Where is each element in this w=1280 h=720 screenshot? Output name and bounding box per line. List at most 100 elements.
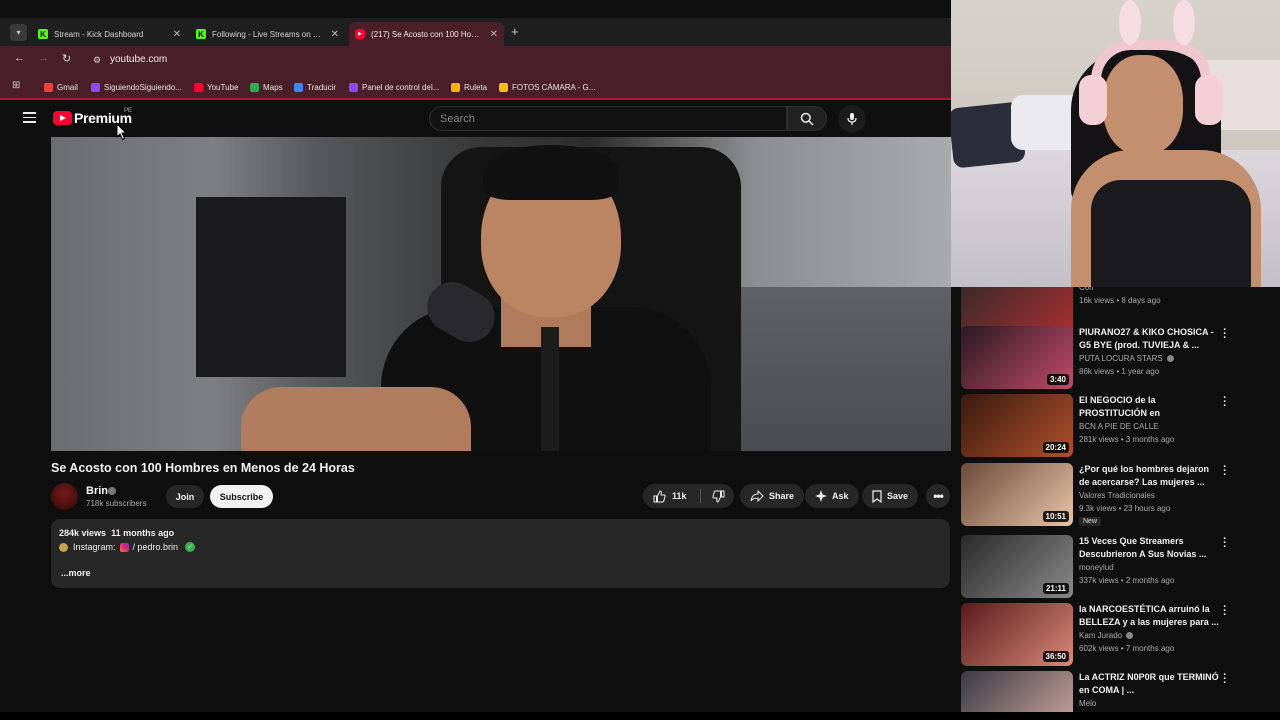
- related-video-meta: 86k views • 1 year ago: [1079, 367, 1160, 376]
- video-thumbnail[interactable]: 21:11: [961, 535, 1073, 598]
- save-button[interactable]: Save: [862, 484, 919, 508]
- tab-title: Following - Live Streams on Kick: [212, 29, 325, 39]
- new-badge: New: [1079, 517, 1102, 526]
- bookmark-item[interactable]: Ruleta: [451, 80, 487, 94]
- voice-search-button[interactable]: [838, 105, 866, 133]
- related-video-meta: 281k views • 3 months ago: [1079, 435, 1175, 444]
- share-button[interactable]: Share: [740, 484, 805, 508]
- address-bar[interactable]: youtube.com: [110, 54, 167, 65]
- apps-grid-icon[interactable]: ⊞: [12, 80, 24, 92]
- kebab-menu-icon[interactable]: · · ·: [1221, 462, 1229, 481]
- kebab-menu-icon[interactable]: · · ·: [1221, 602, 1229, 621]
- upload-age: 11 months ago: [111, 528, 175, 538]
- search-box[interactable]: [429, 106, 787, 131]
- video-thumbnail[interactable]: 3:40: [961, 326, 1073, 389]
- channel-name[interactable]: Brin: [86, 485, 108, 497]
- close-icon[interactable]: ✕: [173, 29, 181, 40]
- share-icon: [750, 490, 764, 502]
- youtube-header: Premium PE: [0, 101, 951, 136]
- video-thumbnail[interactable]: [961, 671, 1073, 712]
- channel-avatar[interactable]: [51, 483, 78, 510]
- related-video-item[interactable]: 3:40 PIURANO27 & KIKO CHOSICA - G5 BYE (p…: [961, 325, 1271, 390]
- verified-icon: [1126, 632, 1134, 639]
- related-video-title[interactable]: 15 Veces Que Streamers Descubrieron A Su…: [1079, 535, 1219, 561]
- bookmark-label: SiguiendoSiguiendo...: [104, 82, 182, 92]
- bookmark-icon: [872, 489, 882, 503]
- forward-icon[interactable]: →: [38, 52, 49, 64]
- video-thumbnail[interactable]: 20:24: [961, 394, 1073, 457]
- headphone-cup: [1195, 75, 1223, 125]
- related-channel[interactable]: BCN A PIE DE CALLE: [1079, 422, 1159, 431]
- related-channel-name: Kam Jurado: [1079, 631, 1123, 640]
- hamburger-menu-icon[interactable]: [23, 112, 36, 123]
- translate-icon: [294, 82, 303, 92]
- youtube-logo-icon[interactable]: [53, 111, 72, 125]
- tab-strip: ▾ K Stream - Kick Dashboard ✕ K Followin…: [0, 18, 951, 46]
- related-video-item[interactable]: La ACTRIZ N0P0R que TERMINÓ en COMA | ..…: [961, 670, 1271, 712]
- bookmark-label: Gmail: [57, 82, 78, 92]
- tab-youtube-video[interactable]: ▶ (217) Se Acosto con 100 Hombres ✕: [349, 22, 504, 46]
- site-info-icon[interactable]: ⚙: [91, 54, 103, 66]
- related-video-title[interactable]: la NARCOESTÉTICA arruinó la BELLEZA y a …: [1079, 603, 1219, 629]
- related-video-title[interactable]: PIURANO27 & KIKO CHOSICA - G5 BYE (prod.…: [1079, 326, 1219, 352]
- related-channel[interactable]: moneylud: [1079, 563, 1114, 572]
- bunny-ear: [1173, 0, 1195, 45]
- kebab-menu-icon[interactable]: · · ·: [1221, 325, 1229, 344]
- kebab-menu-icon[interactable]: · · ·: [1221, 670, 1229, 689]
- microphone-icon: [847, 113, 857, 125]
- ask-button[interactable]: Ask: [805, 484, 859, 508]
- bookmark-item[interactable]: Gmail: [44, 80, 78, 94]
- related-channel[interactable]: Cori: [1079, 287, 1094, 292]
- close-icon[interactable]: ✕: [490, 29, 498, 40]
- back-icon[interactable]: ←: [14, 52, 25, 64]
- verified-icon: [1166, 355, 1174, 362]
- kebab-menu-icon[interactable]: · · ·: [1221, 393, 1229, 412]
- close-icon[interactable]: ✕: [331, 29, 339, 40]
- kebab-menu-icon[interactable]: · · ·: [1221, 534, 1229, 553]
- new-tab-icon[interactable]: +: [511, 24, 519, 39]
- tab-kick-following[interactable]: K Following - Live Streams on Kick ✕: [190, 22, 345, 46]
- youtube-icon: [194, 82, 203, 92]
- bookmark-item[interactable]: YouTube: [194, 80, 238, 94]
- subscribe-button[interactable]: Subscribe: [210, 485, 273, 508]
- headphones-icon: [1091, 40, 1211, 80]
- related-video-item[interactable]: 10:51 ¿Por qué los hombres dejaron de ace…: [961, 462, 1271, 527]
- search-input[interactable]: [430, 107, 786, 130]
- search-button[interactable]: [787, 106, 827, 131]
- related-channel[interactable]: Valores Tradicionales: [1079, 491, 1155, 500]
- bookmark-item[interactable]: Maps: [250, 80, 283, 94]
- bookmark-item[interactable]: Panel de control del...: [349, 80, 439, 94]
- related-video-item[interactable]: 20:24 El NEGOCIO de la PROSTITUCIÓN en BA…: [961, 393, 1271, 458]
- bookmark-item[interactable]: Traducir: [294, 80, 336, 94]
- video-player[interactable]: [51, 137, 951, 451]
- tab-kick-dashboard[interactable]: K Stream - Kick Dashboard ✕: [32, 22, 187, 46]
- bookmark-item[interactable]: FOTOS CÁMARA - G...: [499, 80, 595, 94]
- show-more-link[interactable]: ...more: [61, 568, 91, 578]
- bookmark-label: FOTOS CÁMARA - G...: [512, 82, 596, 92]
- bookmark-label: YouTube: [207, 82, 239, 92]
- bookmark-label: Traducir: [307, 82, 337, 92]
- description-box[interactable]: 284k views 11 months ago Instagram: / pe…: [51, 519, 950, 588]
- more-actions-icon[interactable]: •••: [926, 484, 950, 508]
- instagram-link[interactable]: / pedro.brin: [133, 542, 179, 552]
- related-video-title[interactable]: El NEGOCIO de la PROSTITUCIÓN en BARCELO…: [1079, 394, 1219, 420]
- tab-search-icon[interactable]: ▾: [10, 24, 27, 41]
- related-video-title[interactable]: La ACTRIZ N0P0R que TERMINÓ en COMA | ..…: [1079, 671, 1219, 697]
- related-channel[interactable]: Melo: [1079, 699, 1096, 708]
- video-thumbnail[interactable]: 10:51: [961, 463, 1073, 526]
- region-code: PE: [124, 108, 133, 114]
- like-button[interactable]: 11k: [643, 484, 700, 508]
- bookmark-label: Ruleta: [464, 82, 488, 92]
- dislike-button[interactable]: [703, 484, 734, 508]
- related-video-title[interactable]: ¿Por qué los hombres dejaron de acercars…: [1079, 463, 1219, 489]
- duration-badge: 21:11: [1042, 583, 1069, 594]
- video-thumbnail[interactable]: 36:50: [961, 603, 1073, 666]
- related-channel[interactable]: Kam Jurado: [1079, 631, 1134, 640]
- join-button[interactable]: Join: [166, 485, 204, 508]
- related-channel[interactable]: PUTA LOCURA STARS: [1079, 354, 1174, 363]
- related-video-item[interactable]: 36:50 la NARCOESTÉTICA arruinó la BELLEZA…: [961, 602, 1271, 667]
- emoji-icon: [59, 542, 68, 552]
- related-video-item[interactable]: 21:11 15 Veces Que Streamers Descubrieron…: [961, 534, 1271, 599]
- reload-icon[interactable]: ↻: [62, 52, 71, 65]
- bookmark-item[interactable]: SiguiendoSiguiendo...: [91, 80, 182, 94]
